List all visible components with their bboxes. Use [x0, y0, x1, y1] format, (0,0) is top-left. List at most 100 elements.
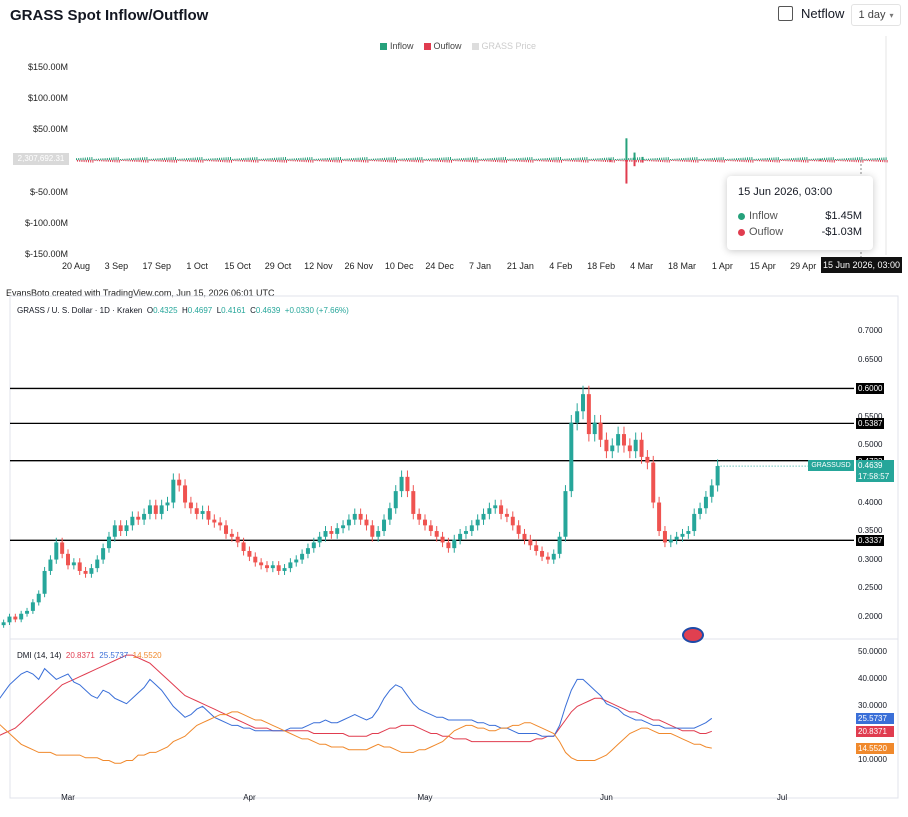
flow-bar-inflow-minor: [271, 157, 273, 160]
flow-bar-outflow-minor: [325, 160, 327, 162]
flow-bar-inflow-minor: [313, 158, 315, 160]
flow-bar-outflow-minor: [833, 160, 835, 163]
flow-bar-inflow-minor: [714, 157, 715, 160]
flow-bar-outflow-minor: [646, 160, 648, 162]
flow-bar-inflow-minor: [502, 157, 504, 160]
flow-bar-inflow-minor: [476, 157, 478, 160]
flow-bar-outflow-minor: [396, 160, 397, 163]
flow-bar-outflow-minor: [514, 160, 516, 162]
flow-bar-inflow-minor: [142, 157, 143, 160]
flow-bar-inflow-minor: [397, 158, 399, 160]
flow-bar-inflow-minor: [175, 157, 176, 160]
flow-bar-outflow-minor: [501, 160, 503, 163]
flow-bar-inflow-minor: [256, 157, 258, 160]
flow-bar-inflow-minor: [676, 158, 678, 160]
candle-body: [241, 542, 246, 551]
month-tick-label: May: [417, 793, 433, 802]
flow-bar-outflow-minor: [605, 160, 606, 162]
flow-bar-inflow-minor: [643, 158, 645, 160]
flow-bar-outflow-minor: [682, 160, 683, 162]
flow-bar-outflow-minor: [640, 160, 642, 163]
flag-icon[interactable]: [682, 627, 704, 643]
flow-bar-inflow-minor: [331, 157, 333, 160]
last-price: 0.4639: [858, 461, 883, 470]
candle-body: [294, 559, 299, 563]
flow-bar-inflow-minor: [648, 158, 649, 160]
flow-bar-inflow-minor: [535, 158, 537, 160]
flow-bar-inflow-minor: [76, 158, 77, 160]
flow-bar-inflow-minor: [177, 158, 179, 160]
dmi-plus-value: 25.5737: [99, 651, 129, 660]
candle-body: [165, 502, 170, 506]
flow-bar-inflow-minor: [821, 157, 823, 160]
flow-bar-inflow-minor: [621, 158, 623, 160]
flow-bar-outflow-minor: [675, 160, 677, 162]
flow-bar-inflow-minor: [687, 157, 689, 160]
flow-bar-outflow-minor: [393, 160, 395, 163]
flow-bar-inflow-minor: [210, 158, 212, 160]
flow-bar-inflow-minor: [98, 158, 99, 160]
candle-body: [276, 565, 281, 571]
tooltip: 15 Jun 2026, 03:00 Inflow $1.45M Ouflow …: [727, 176, 873, 250]
flow-bar-outflow-minor: [704, 160, 705, 162]
flow-bar-outflow-minor: [875, 160, 877, 162]
flow-bar-inflow-minor: [201, 157, 203, 160]
price-tick-label: 0.5000: [858, 440, 883, 450]
candle-body: [657, 502, 662, 532]
flow-bar-inflow-minor: [166, 157, 168, 160]
flow-bar-outflow-minor: [316, 160, 318, 162]
flow-bar-outflow-minor: [479, 160, 481, 161]
flow-bar-outflow-minor: [107, 160, 109, 162]
flow-bar-inflow-minor: [881, 157, 883, 160]
flow-bar-outflow-minor: [305, 160, 307, 163]
candle-body: [715, 466, 720, 486]
month-tick-label: Mar: [61, 793, 75, 802]
candle-body: [540, 551, 545, 557]
flow-bar-inflow-minor: [304, 157, 306, 160]
flow-bar-inflow-minor: [89, 157, 91, 160]
flow-bar-inflow-minor: [362, 157, 363, 160]
flow-bar-inflow-minor: [685, 157, 687, 160]
flow-bar-inflow-minor: [588, 158, 590, 160]
candle-body: [264, 565, 269, 569]
flow-bar-inflow-minor: [205, 158, 207, 160]
flow-bar-outflow-minor: [737, 160, 738, 162]
flow-bar-outflow-minor: [312, 160, 314, 163]
flow-bar-inflow-minor: [137, 157, 139, 160]
flow-bar-inflow-minor: [575, 157, 577, 160]
flow-bar-inflow-minor: [806, 157, 808, 160]
tooltip-inflow-value: $1.45M: [825, 210, 862, 222]
flow-bar-outflow-minor: [116, 160, 118, 163]
flow-bar-outflow-minor: [525, 160, 527, 163]
flow-bar-inflow-minor: [740, 157, 742, 160]
flow-bar-inflow-minor: [599, 158, 601, 160]
flow-bar-outflow-minor: [490, 160, 492, 162]
candle-body: [557, 536, 562, 554]
candle-body: [627, 445, 632, 452]
flow-bar-inflow-minor: [870, 158, 872, 160]
flow-bar-inflow-minor: [606, 157, 608, 160]
flow-chart-panel: GRASS Spot Inflow/Outflow Netflow 1 day …: [0, 0, 908, 282]
flow-bar-outflow-minor: [825, 160, 826, 162]
flow-bar-outflow-minor: [154, 160, 155, 162]
flow-bar-inflow-minor: [868, 158, 869, 160]
candle-body: [19, 613, 24, 620]
flow-bar-outflow-minor: [380, 160, 382, 162]
flow-bar-outflow-minor: [451, 160, 452, 163]
flow-bar-inflow-minor: [320, 158, 322, 160]
flow-bar-inflow-minor: [148, 158, 150, 160]
flow-bar-inflow-minor: [586, 157, 588, 160]
flow-bar-inflow-minor: [302, 157, 304, 160]
flow-bar-outflow-minor: [237, 160, 239, 162]
flow-bar-inflow-minor: [199, 157, 201, 160]
flow-bar-outflow-minor: [807, 160, 809, 163]
candle-body: [124, 525, 129, 532]
flow-bar-outflow-minor: [481, 160, 483, 162]
flow-bar-outflow-minor: [112, 160, 114, 163]
flow-bar-outflow-minor: [191, 160, 193, 162]
flow-bar-outflow-minor: [473, 160, 474, 163]
flow-bar-outflow-minor: [591, 160, 593, 162]
flow-bar-inflow-minor: [839, 158, 841, 160]
candle-body: [475, 519, 480, 526]
flow-bar-inflow-minor: [551, 157, 553, 160]
